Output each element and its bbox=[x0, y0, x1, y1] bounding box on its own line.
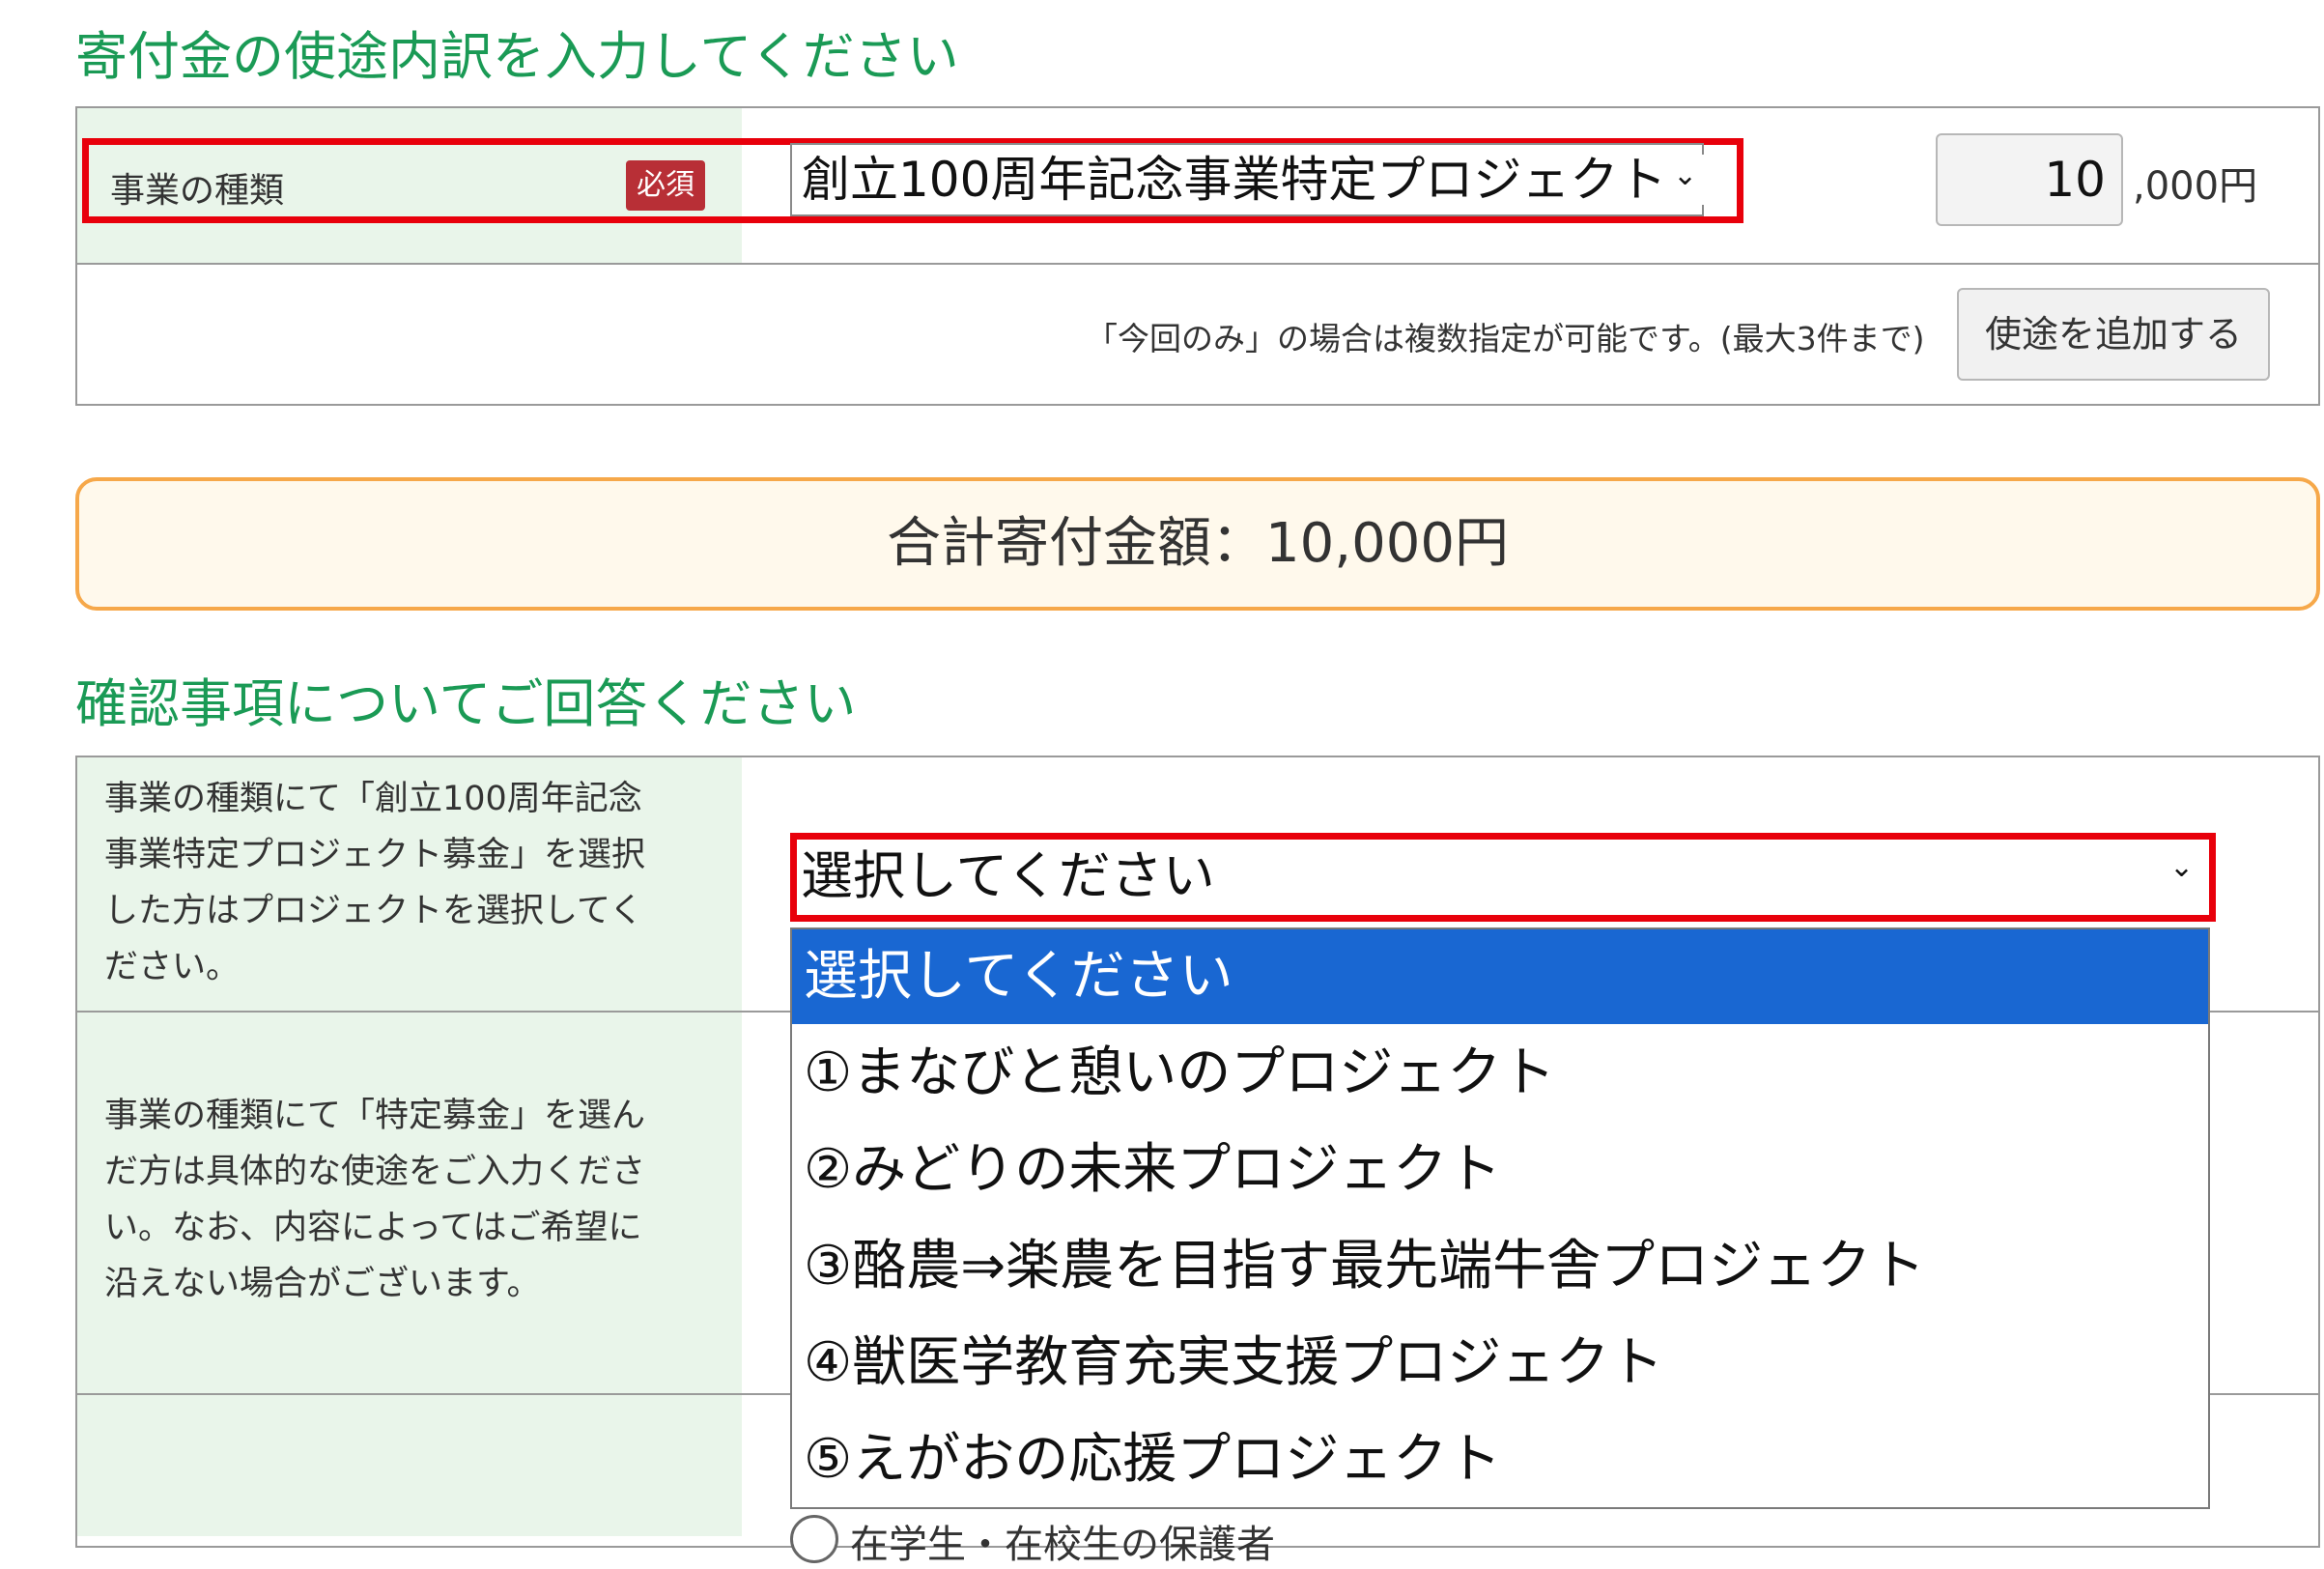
business-type-select[interactable]: 創立100周年記念事業特定プロジェクト bbox=[790, 143, 1704, 216]
section-title-confirmation: 確認事項についてご回答ください bbox=[75, 673, 857, 734]
question-line: 沿えない場合がございます。 bbox=[104, 1265, 541, 1303]
project-select-value: 選択してください bbox=[801, 845, 1215, 906]
question-line: 事業の種類にて「創立100周年記念 bbox=[104, 780, 642, 818]
total-amount-box: 合計寄付金額：10,000円 bbox=[75, 477, 2320, 611]
business-type-label: 事業の種類 bbox=[110, 171, 285, 211]
section-title-usage: 寄付金の使途内訳を入力してください bbox=[75, 26, 959, 87]
radio-label: 在学生・在校生の保護者 bbox=[850, 1523, 1275, 1567]
chevron-down-icon: ⌄ bbox=[1673, 158, 1698, 192]
chevron-down-icon: ⌄ bbox=[2169, 850, 2195, 884]
business-type-value: 創立100周年記念事業特定プロジェクト bbox=[802, 152, 1667, 208]
dropdown-option[interactable]: ③酪農⇒楽農を目指す最先端牛舎プロジェクト bbox=[792, 1219, 2208, 1314]
amount-input[interactable]: 10 bbox=[1936, 133, 2123, 226]
question-line: い。なお、内容によってはご希望に bbox=[104, 1209, 642, 1247]
dropdown-option[interactable]: ⑤えがおの応援プロジェクト bbox=[792, 1412, 2208, 1507]
dropdown-option[interactable]: ①まなびと憩いのプロジェクト bbox=[792, 1026, 2208, 1121]
question-specific-use: 事業の種類にて「特定募金」を選ん だ方は具体的な使途をご入力くださ い。なお、内… bbox=[104, 1088, 645, 1312]
divider bbox=[77, 263, 2318, 265]
project-select[interactable]: 選択してください bbox=[797, 840, 2209, 915]
project-dropdown-list: 選択してください ①まなびと憩いのプロジェクト ②みどりの未来プロジェクト ③酪… bbox=[790, 927, 2210, 1509]
question-line: だ方は具体的な使途をご入力くださ bbox=[104, 1153, 646, 1191]
amount-suffix: ,000円 bbox=[2133, 164, 2258, 209]
multiple-note: 「今回のみ」の場合は複数指定が可能です。(最大3件まで) bbox=[1086, 320, 1925, 357]
question-line: した方はプロジェクトを選択してく bbox=[104, 892, 643, 930]
total-amount-text: 合計寄付金額：10,000円 bbox=[887, 512, 1509, 575]
required-badge: 必須 bbox=[626, 160, 705, 211]
dropdown-option[interactable]: ④獣医学教育充実支援プロジェクト bbox=[792, 1316, 2208, 1411]
question-project: 事業の種類にて「創立100周年記念 事業特定プロジェクト募金」を選択 した方はプ… bbox=[104, 771, 645, 995]
question-line: 事業特定プロジェクト募金」を選択 bbox=[104, 836, 646, 874]
question-line: 事業の種類にて「特定募金」を選ん bbox=[104, 1097, 646, 1135]
radio-button[interactable] bbox=[790, 1515, 838, 1563]
amount-value: 10 bbox=[2044, 152, 2106, 208]
question-line: ださい。 bbox=[104, 948, 241, 986]
dropdown-option[interactable]: ②みどりの未来プロジェクト bbox=[792, 1123, 2208, 1217]
dropdown-option[interactable]: 選択してください bbox=[792, 929, 2208, 1024]
add-usage-button[interactable]: 使途を追加する bbox=[1957, 288, 2270, 381]
